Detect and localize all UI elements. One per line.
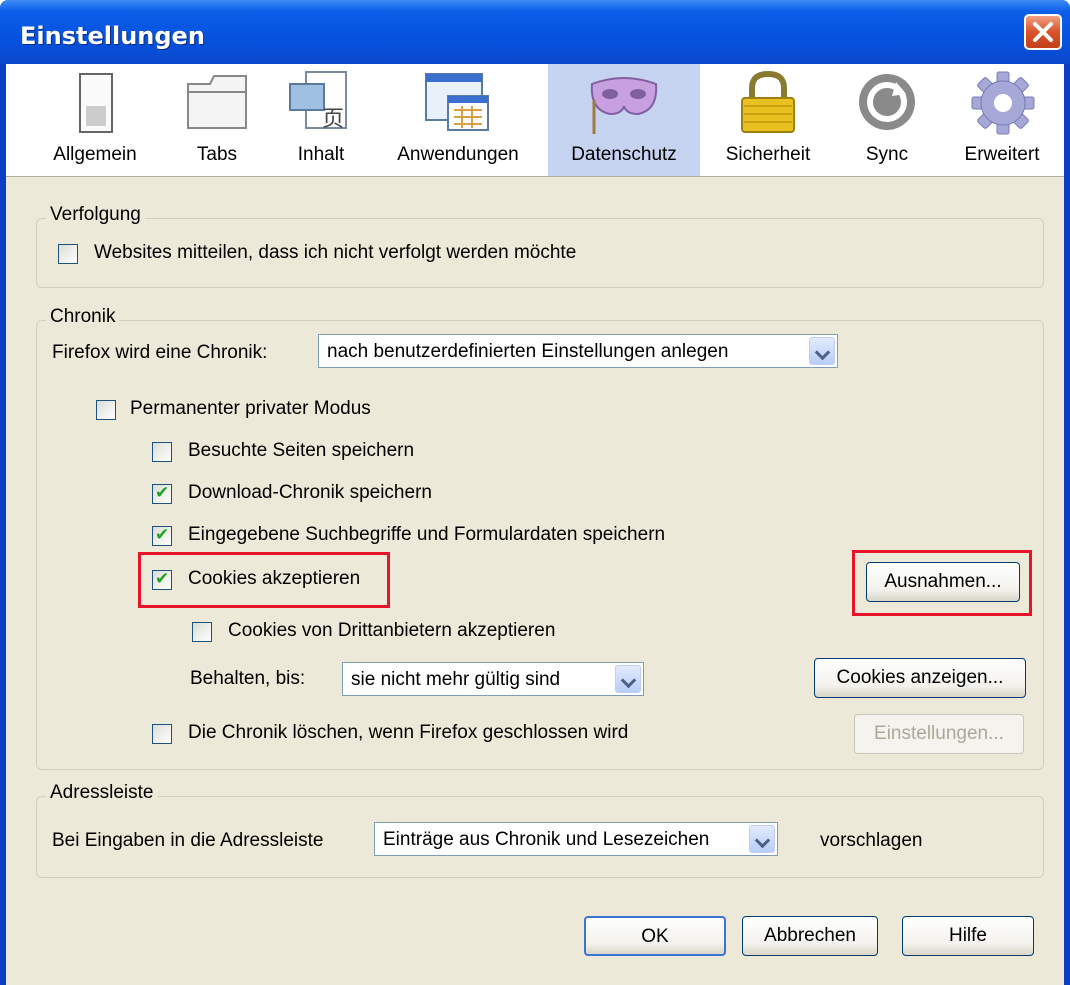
- title-bar[interactable]: Einstellungen: [0, 0, 1070, 64]
- addressbar-suggest-value: Einträge aus Chronik und Lesezeichen: [383, 829, 710, 850]
- addressbar-suffix: vorschlagen: [820, 830, 923, 851]
- do-not-track-checkbox[interactable]: [58, 244, 78, 264]
- exceptions-button[interactable]: Ausnahmen...: [866, 562, 1020, 602]
- applications-window-icon: [425, 73, 489, 131]
- addressbar-suggest-select[interactable]: Einträge aus Chronik und Lesezeichen: [374, 822, 778, 856]
- tab-inhalt[interactable]: 页 Inhalt: [274, 64, 368, 176]
- visited-pages-checkbox[interactable]: [152, 442, 172, 462]
- padlock-icon: [741, 70, 795, 133]
- private-mode-checkbox[interactable]: [96, 400, 116, 420]
- addressbar-group-label: Adressleiste: [46, 782, 158, 804]
- tab-anwendungen[interactable]: Anwendungen: [378, 64, 538, 176]
- mask-icon: [590, 77, 658, 134]
- svg-text:页: 页: [322, 107, 344, 132]
- clear-on-close-checkbox[interactable]: [152, 724, 172, 744]
- gear-icon: [971, 71, 1035, 135]
- form-history-label: Eingegebene Suchbegriffe und Formulardat…: [188, 524, 666, 545]
- window-title: Einstellungen: [20, 22, 205, 50]
- do-not-track-label: Websites mitteilen, dass ich nicht verfo…: [94, 242, 577, 263]
- tab-allgemein[interactable]: Allgemein: [42, 64, 148, 176]
- dialog-client-area: Allgemein Tabs 页 Inhalt Anwendungen Date…: [6, 64, 1064, 985]
- accept-cookies-label: Cookies akzeptieren: [188, 568, 361, 589]
- tab-label: Inhalt: [297, 144, 345, 165]
- clear-on-close-label: Die Chronik löschen, wenn Firefox geschl…: [188, 722, 629, 743]
- tab-label: Anwendungen: [397, 144, 519, 165]
- tab-label: Allgemein: [53, 144, 137, 165]
- cancel-button[interactable]: Abbrechen: [742, 916, 878, 956]
- switch-icon: [79, 73, 113, 133]
- download-history-checkbox[interactable]: ✔: [152, 483, 172, 504]
- history-mode-label: Firefox wird eine Chronik:: [52, 342, 268, 363]
- tab-label: Datenschutz: [571, 144, 677, 165]
- content-page-icon: 页: [289, 71, 347, 132]
- tab-erweitert[interactable]: Erweitert: [946, 64, 1058, 176]
- tab-label: Sync: [865, 144, 909, 165]
- tab-sync[interactable]: Sync: [842, 64, 932, 176]
- help-button[interactable]: Hilfe: [902, 916, 1034, 956]
- chevron-down-icon[interactable]: [809, 337, 835, 365]
- third-party-cookies-label: Cookies von Drittanbietern akzeptieren: [228, 620, 556, 641]
- ok-button[interactable]: OK: [584, 916, 726, 956]
- tracking-group-label: Verfolgung: [46, 204, 145, 226]
- history-mode-value: nach benutzerdefinierten Einstellungen a…: [327, 341, 729, 362]
- history-group-label: Chronik: [46, 306, 120, 328]
- chevron-down-icon[interactable]: [615, 665, 641, 693]
- tab-tabs[interactable]: Tabs: [174, 64, 260, 176]
- history-mode-select[interactable]: nach benutzerdefinierten Einstellungen a…: [318, 334, 838, 368]
- keep-until-select[interactable]: sie nicht mehr gültig sind: [342, 662, 644, 696]
- tabs-folder-icon: [187, 75, 247, 129]
- accept-cookies-checkbox[interactable]: ✔: [152, 569, 172, 590]
- tab-datenschutz[interactable]: Datenschutz: [548, 64, 700, 176]
- tab-label: Tabs: [196, 144, 238, 165]
- tab-label: Erweitert: [964, 144, 1040, 165]
- preferences-window: Einstellungen Allgemein Tabs 页 Inhalt An…: [0, 0, 1070, 985]
- private-mode-label: Permanenter privater Modus: [130, 398, 371, 419]
- preferences-toolbar: Allgemein Tabs 页 Inhalt Anwendungen Date…: [6, 64, 1064, 177]
- keep-until-label: Behalten, bis:: [190, 668, 306, 689]
- download-history-label: Download-Chronik speichern: [188, 482, 432, 503]
- form-history-checkbox[interactable]: ✔: [152, 525, 172, 546]
- close-icon: [1033, 22, 1053, 42]
- addressbar-label: Bei Eingaben in die Adressleiste: [52, 830, 324, 851]
- third-party-cookies-checkbox[interactable]: [192, 622, 212, 642]
- chevron-down-icon[interactable]: [749, 825, 775, 853]
- sync-icon: [859, 74, 915, 130]
- tab-label: Sicherheit: [725, 144, 811, 165]
- tab-sicherheit[interactable]: Sicherheit: [710, 64, 826, 176]
- checkmark-icon: ✔: [155, 569, 170, 589]
- visited-pages-label: Besuchte Seiten speichern: [188, 440, 415, 461]
- history-settings-button[interactable]: Einstellungen...: [854, 714, 1024, 754]
- checkmark-icon: ✔: [155, 525, 170, 545]
- keep-until-value: sie nicht mehr gültig sind: [351, 669, 561, 690]
- show-cookies-button[interactable]: Cookies anzeigen...: [814, 658, 1026, 698]
- checkmark-icon: ✔: [155, 483, 170, 503]
- close-button[interactable]: [1024, 14, 1062, 50]
